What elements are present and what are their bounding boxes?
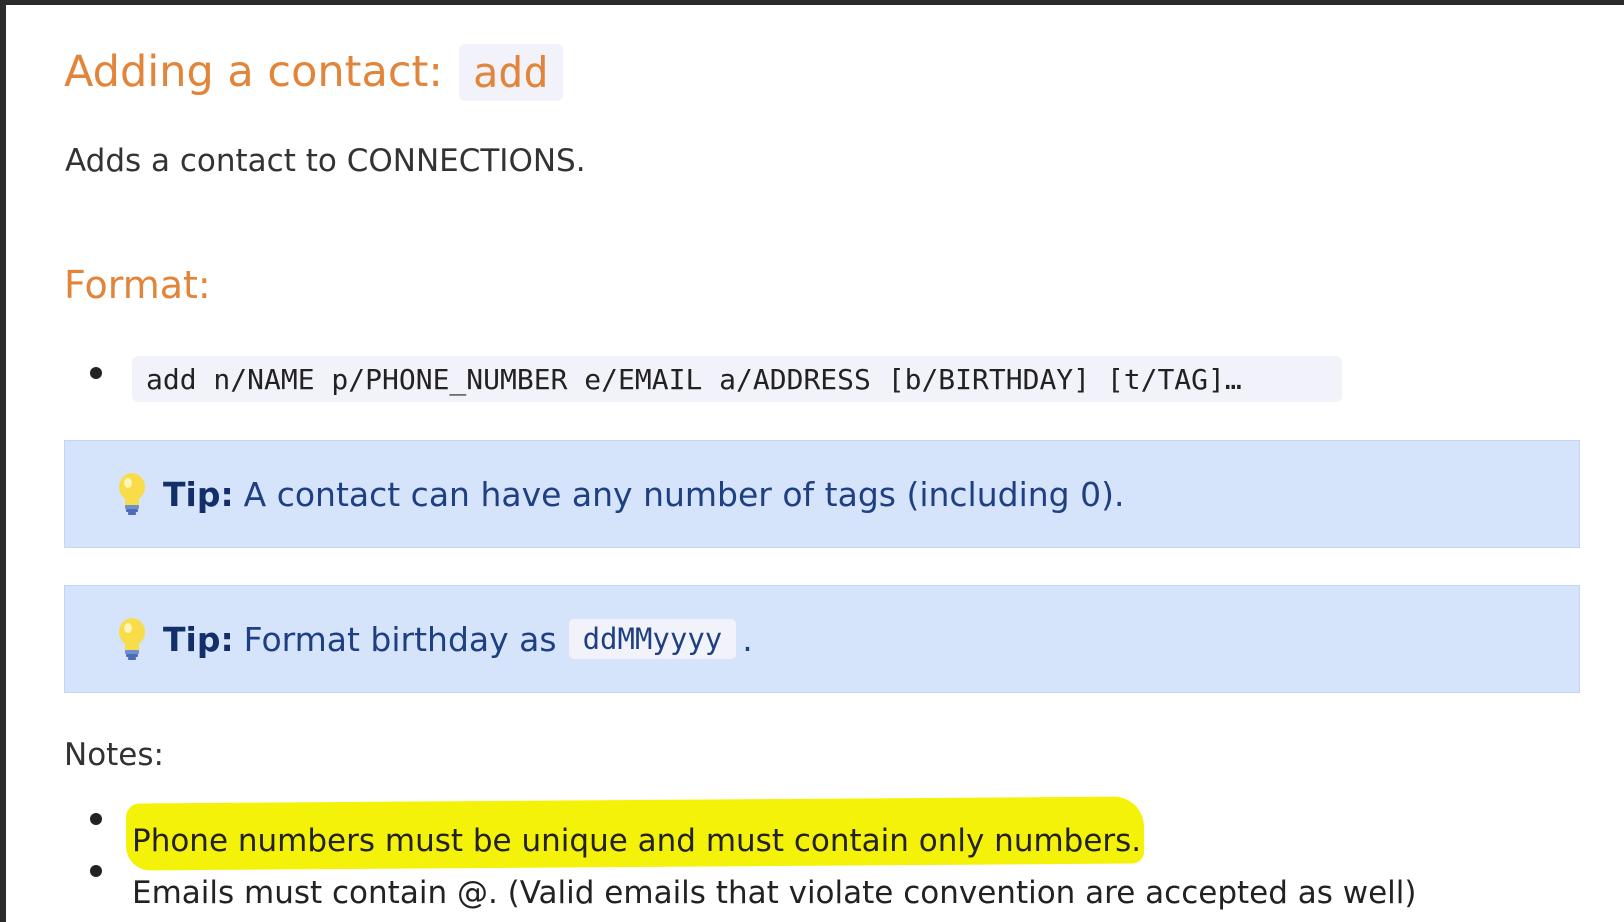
tip-text: A contact can have any number of tags (i…	[243, 474, 1125, 514]
lightbulb-icon	[119, 473, 145, 515]
bullet-icon	[90, 813, 102, 825]
birthday-format-code: ddMMyyyy	[568, 619, 737, 659]
command-code-chip: add	[458, 43, 563, 101]
bullet-icon	[90, 865, 102, 877]
tip-box: Tip: Format birthday as ddMMyyyy .	[64, 585, 1580, 693]
note-item: Phone numbers must be unique and must co…	[132, 823, 1142, 859]
section-description: Adds a contact to CONNECTIONS.	[65, 143, 586, 179]
tip-label: Tip:	[163, 474, 234, 514]
notes-heading: Notes:	[64, 737, 164, 773]
document-page: Adding a contact: add Adds a contact to …	[6, 5, 1624, 922]
tip-text: Format birthday as	[243, 619, 557, 659]
tip-label: Tip:	[163, 619, 234, 659]
section-heading-text: Adding a contact:	[64, 47, 443, 97]
tip-box: Tip: A contact can have any number of ta…	[64, 440, 1580, 548]
bullet-icon	[90, 367, 102, 379]
section-heading: Adding a contact: add	[64, 41, 563, 103]
tip-suffix: .	[742, 619, 753, 659]
note-item: Emails must contain @. (Valid emails tha…	[132, 875, 1417, 911]
format-command-code: add n/NAME p/PHONE_NUMBER e/EMAIL a/ADDR…	[132, 356, 1342, 402]
lightbulb-icon	[119, 618, 145, 660]
format-heading: Format:	[64, 263, 211, 307]
